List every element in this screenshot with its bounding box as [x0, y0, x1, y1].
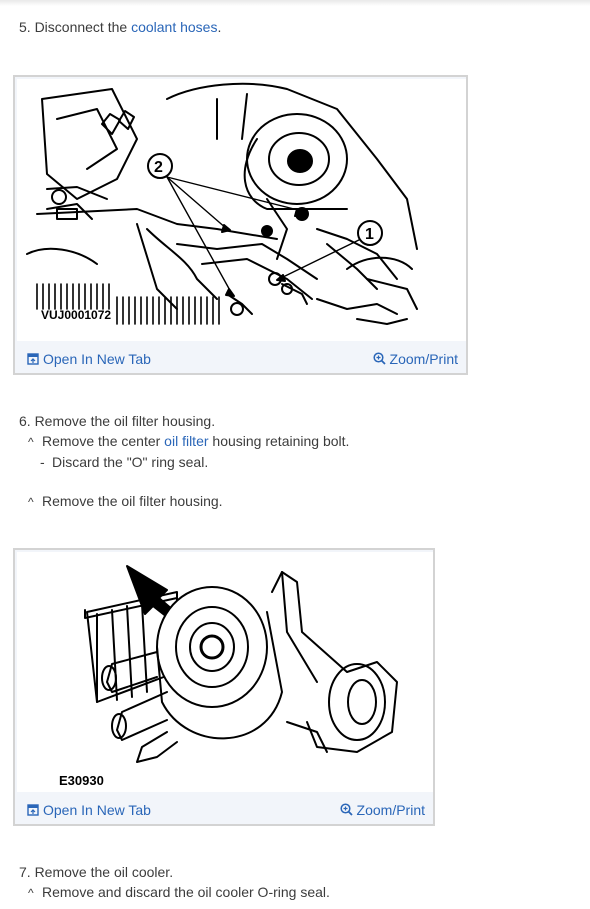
figure-1-toolbar: Open In New Tab Zoom/Print [17, 349, 464, 371]
figure-1-zoom-label: Zoom/Print [389, 351, 458, 367]
zoom-in-icon [339, 803, 353, 816]
step-6-sub-1: ^ Remove the center oil filter housing re… [28, 432, 349, 451]
figure-2-code: E30930 [59, 773, 104, 788]
figure-2-open-tab-link[interactable]: Open In New Tab [27, 802, 151, 818]
step-7-title: 7. Remove the oil cooler. [19, 864, 174, 880]
step-6-sub-1-suffix: housing retaining bolt. [208, 433, 350, 449]
figure-2-illustration[interactable]: E30930 [17, 552, 433, 792]
step-5-suffix: . [217, 19, 222, 35]
step-5-text: 5. Disconnect the [19, 19, 132, 35]
oil-filter-link[interactable]: oil filter [164, 433, 208, 449]
figure-1: 2 1 VUJ0001072 Open In New Tab Zoom/Prin… [13, 75, 468, 375]
figure-1-open-tab-label: Open In New Tab [43, 351, 151, 367]
new-tab-icon [27, 804, 39, 816]
step-7-sub-1-text: Remove and discard the oil cooler O-ring… [42, 884, 330, 900]
figure-1-code: VUJ0001072 [41, 308, 111, 322]
figure-2-toolbar: Open In New Tab Zoom/Print [17, 800, 431, 822]
caret-icon: ^ [28, 435, 34, 449]
figure-2-zoom-label: Zoom/Print [356, 802, 425, 818]
step-6-sub-1a-text: Discard the "O" ring seal. [52, 454, 209, 470]
step-5: 5. Disconnect the coolant hoses. [19, 18, 221, 36]
callout-1: 1 [365, 226, 374, 243]
top-shadow [0, 0, 590, 6]
figure-2-zoom-link[interactable]: Zoom/Print [339, 802, 425, 818]
dash-icon: - [40, 454, 45, 470]
step-7-sub-1: ^ Remove and discard the oil cooler O-rin… [28, 883, 330, 902]
step-6-sub-2-text: Remove the oil filter housing. [42, 493, 223, 509]
caret-icon: ^ [28, 886, 34, 900]
figure-1-illustration[interactable]: 2 1 VUJ0001072 [17, 79, 466, 341]
callout-2: 2 [154, 159, 163, 176]
new-tab-icon [27, 353, 39, 365]
zoom-in-icon [372, 352, 386, 365]
figure-2: E30930 Open In New Tab Zoom/Print [13, 548, 435, 826]
step-6-sub-1a: - Discard the "O" ring seal. [40, 453, 208, 471]
figure-1-zoom-link[interactable]: Zoom/Print [372, 351, 458, 367]
step-6-sub-1-text: Remove the center [42, 433, 165, 449]
step-6-sub-2: ^ Remove the oil filter housing. [28, 492, 223, 511]
figure-1-open-tab-link[interactable]: Open In New Tab [27, 351, 151, 367]
step-6-title: 6. Remove the oil filter housing. [19, 413, 216, 429]
coolant-hoses-link[interactable]: coolant hoses [131, 19, 217, 35]
figure-2-open-tab-label: Open In New Tab [43, 802, 151, 818]
caret-icon: ^ [28, 495, 34, 509]
